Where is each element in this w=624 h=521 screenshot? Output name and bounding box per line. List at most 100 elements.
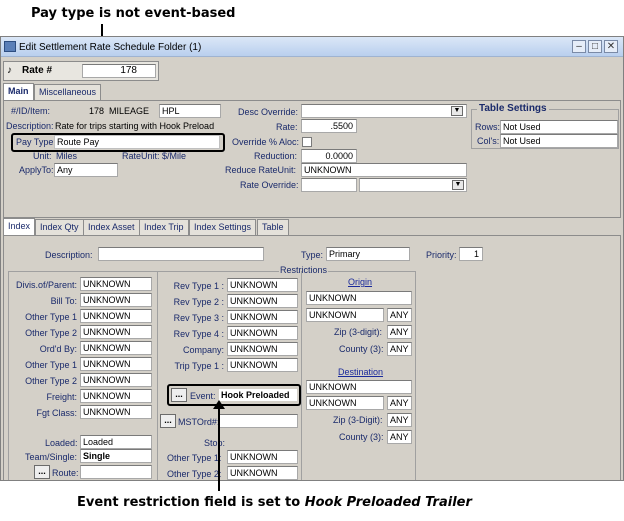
tab-miscellaneous[interactable]: Miscellaneous	[34, 84, 102, 100]
origin-link[interactable]: Origin	[348, 277, 372, 287]
left-field-value: UNKNOWN	[83, 295, 131, 305]
tab-index[interactable]: Index	[3, 218, 36, 236]
stop-other1-field[interactable]: UNKNOWN	[227, 450, 298, 464]
description-label: Description:	[6, 121, 54, 131]
description-value[interactable]: Rate for trips starting with Hook Preloa…	[55, 120, 214, 132]
index-description-field[interactable]	[98, 247, 264, 261]
tab-index-settings[interactable]: Index Settings	[189, 219, 257, 236]
middle-field-input[interactable]: UNKNOWN	[227, 278, 298, 292]
priority-field[interactable]: 1	[459, 247, 483, 261]
middle-field-input[interactable]: UNKNOWN	[227, 294, 298, 308]
stop-other2-field[interactable]: UNKNOWN	[227, 466, 298, 480]
left-field-input[interactable]: UNKNOWN	[80, 373, 152, 387]
destination-any-field[interactable]: ANY	[387, 396, 412, 410]
override-alloc-checkbox[interactable]	[302, 137, 312, 147]
rate-override-select[interactable]	[359, 178, 467, 192]
middle-field-value: UNKNOWN	[230, 296, 278, 306]
left-field-input[interactable]: UNKNOWN	[80, 357, 152, 371]
rate-number-field[interactable]: 178	[82, 64, 156, 78]
tab-misc-label: Miscellaneous	[39, 87, 97, 97]
origin-any-value: ANY	[390, 310, 409, 320]
id-item-label: #/ID/Item:	[11, 106, 51, 116]
rate-field[interactable]: .5500	[301, 119, 357, 133]
rate-override-field[interactable]	[301, 178, 357, 192]
reduction-field[interactable]: 0.0000	[301, 149, 357, 163]
team-single-field[interactable]: Single	[80, 449, 152, 463]
rate-number-label: Rate #	[22, 65, 53, 76]
route-lookup-button[interactable]: ...	[34, 465, 50, 479]
origin-county-label: County (3):	[339, 344, 384, 354]
origin-county-value: ANY	[390, 344, 409, 354]
loaded-field[interactable]: Loaded	[80, 435, 152, 449]
origin-county-field[interactable]: ANY	[387, 342, 412, 356]
reduction-label: Reduction:	[254, 151, 298, 161]
event-lookup-button[interactable]: ...	[171, 388, 187, 402]
type-field[interactable]: Primary	[326, 247, 410, 261]
origin-field[interactable]: UNKNOWN	[306, 291, 412, 305]
rate-label: Rate:	[276, 122, 298, 132]
origin-field-2[interactable]: UNKNOWN	[306, 308, 384, 322]
tab-index-qty[interactable]: Index Qty	[35, 219, 84, 236]
reduce-rate-unit-field[interactable]: UNKNOWN	[301, 163, 467, 177]
cols-field[interactable]: Not Used	[500, 134, 618, 148]
close-button[interactable]: ✕	[604, 40, 618, 53]
bottom-callout-italic: Hook Preloaded Trailer	[304, 495, 472, 510]
left-field-value: UNKNOWN	[83, 279, 131, 289]
pay-type-field[interactable]: Route Pay	[54, 135, 220, 149]
destination-field-2[interactable]: UNKNOWN	[306, 396, 384, 410]
tab-index-trip-label: Index Trip	[144, 222, 184, 232]
desc-override-dropdown-icon[interactable]: ▼	[451, 106, 463, 116]
origin-any-field[interactable]: ANY	[387, 308, 412, 322]
middle-field-label: Company:	[182, 345, 224, 355]
middle-field-input[interactable]: UNKNOWN	[227, 326, 298, 340]
rate-value: .5500	[330, 121, 353, 131]
left-field-input[interactable]: UNKNOWN	[80, 277, 152, 291]
mstord-lookup-button[interactable]: ...	[160, 414, 176, 428]
middle-field-input[interactable]: UNKNOWN	[227, 358, 298, 372]
apply-to-field[interactable]: Any	[54, 163, 118, 177]
destination-zip-label: Zip (3-Digit):	[333, 415, 383, 425]
left-field-input[interactable]: UNKNOWN	[80, 405, 152, 419]
left-field-input[interactable]: UNKNOWN	[80, 341, 152, 355]
restrictions-label: Restrictions	[279, 264, 329, 276]
middle-field-input[interactable]: UNKNOWN	[227, 310, 298, 324]
tab-index-trip[interactable]: Index Trip	[139, 219, 189, 236]
desc-override-field[interactable]	[301, 104, 467, 118]
rate-unit-label: RateUnit:	[122, 151, 160, 161]
route-field[interactable]	[80, 465, 152, 479]
tab-index-settings-label: Index Settings	[194, 222, 252, 232]
tab-main[interactable]: Main	[3, 83, 34, 101]
window-title: Edit Settlement Rate Schedule Folder (1)	[19, 42, 202, 53]
rows-value: Not Used	[503, 122, 541, 132]
left-field-input[interactable]: UNKNOWN	[80, 389, 152, 403]
override-alloc-label: Override % Aloc:	[232, 137, 300, 147]
left-field-input[interactable]: UNKNOWN	[80, 293, 152, 307]
edit-window: Edit Settlement Rate Schedule Folder (1)…	[0, 36, 624, 481]
cols-value: Not Used	[503, 136, 541, 146]
tab-table[interactable]: Table	[257, 219, 289, 236]
origin-value: UNKNOWN	[309, 293, 357, 303]
left-field-input[interactable]: UNKNOWN	[80, 325, 152, 339]
middle-field-value: UNKNOWN	[230, 328, 278, 338]
destination-county-field[interactable]: ANY	[387, 430, 412, 444]
item-field[interactable]: HPL	[159, 104, 221, 118]
rate-override-dropdown-icon[interactable]: ▼	[452, 180, 464, 190]
destination-zip-value: ANY	[390, 415, 409, 425]
left-field-label: Ord'd By:	[39, 344, 77, 354]
bottom-callout-prefix: Event restriction field is set to	[77, 495, 305, 510]
event-field[interactable]: Hook Preloaded	[218, 388, 298, 402]
minimize-button[interactable]: –	[572, 40, 586, 53]
maximize-button[interactable]: □	[588, 40, 602, 53]
middle-field-input[interactable]: UNKNOWN	[227, 342, 298, 356]
middle-field-value: UNKNOWN	[230, 360, 278, 370]
destination-zip-field[interactable]: ANY	[387, 413, 412, 427]
origin-zip-field[interactable]: ANY	[387, 325, 412, 339]
tab-index-asset[interactable]: Index Asset	[83, 219, 140, 236]
destination-field[interactable]: UNKNOWN	[306, 380, 412, 394]
title-bar: Edit Settlement Rate Schedule Folder (1)…	[1, 37, 623, 57]
left-field-input[interactable]: UNKNOWN	[80, 309, 152, 323]
rows-field[interactable]: Not Used	[500, 120, 618, 134]
mstord-field[interactable]	[218, 414, 298, 428]
destination-value: UNKNOWN	[309, 382, 357, 392]
destination-link[interactable]: Destination	[338, 367, 383, 377]
